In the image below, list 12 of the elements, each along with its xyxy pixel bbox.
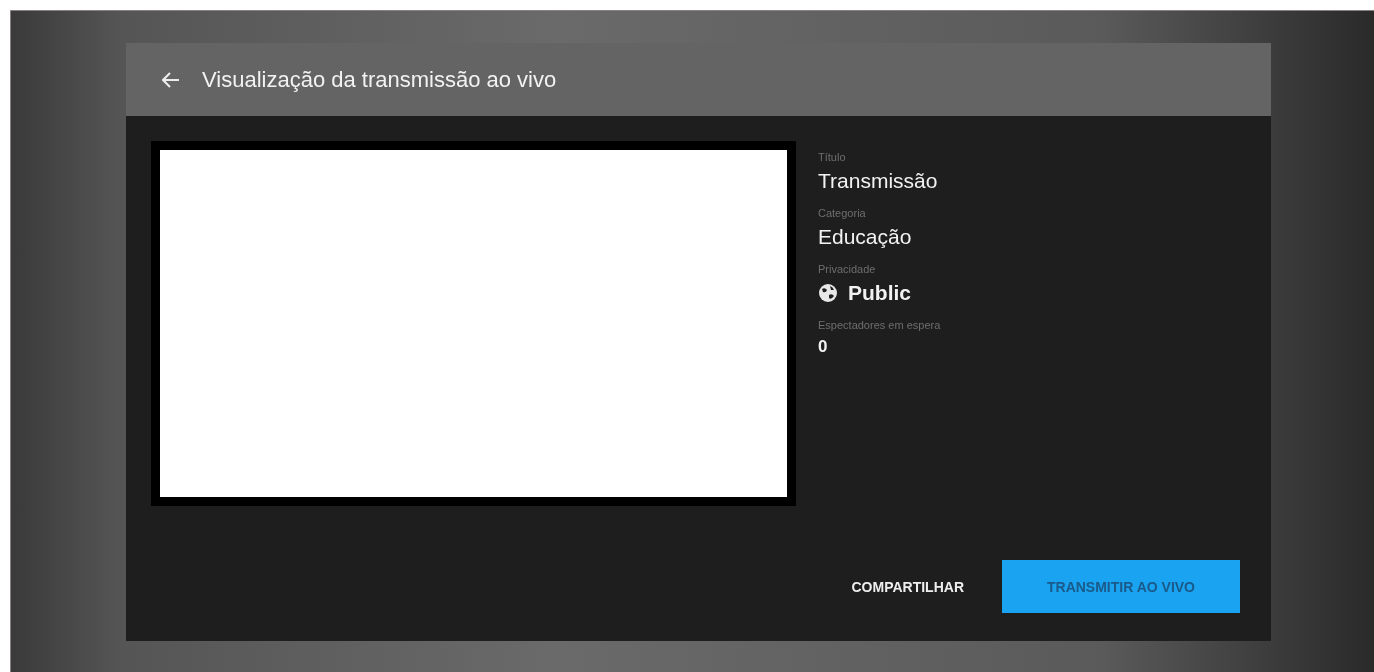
field-label: Título <box>818 151 847 163</box>
field-value: Public <box>848 281 911 305</box>
back-arrow-icon[interactable] <box>162 71 180 88</box>
field-label: Categoria <box>818 207 867 219</box>
share-button[interactable]: COMPARTILHAR <box>851 578 964 595</box>
field-label: Privacidade <box>818 263 877 275</box>
dialog-title: Visualização da transmissão ao vivo <box>202 66 557 93</box>
field-value: 0 <box>818 337 829 357</box>
globe-icon <box>818 283 838 303</box>
field-value: Educação <box>818 225 913 249</box>
field-label: Espectadores em espera <box>818 319 941 331</box>
field-value: Transmissão <box>818 169 939 193</box>
